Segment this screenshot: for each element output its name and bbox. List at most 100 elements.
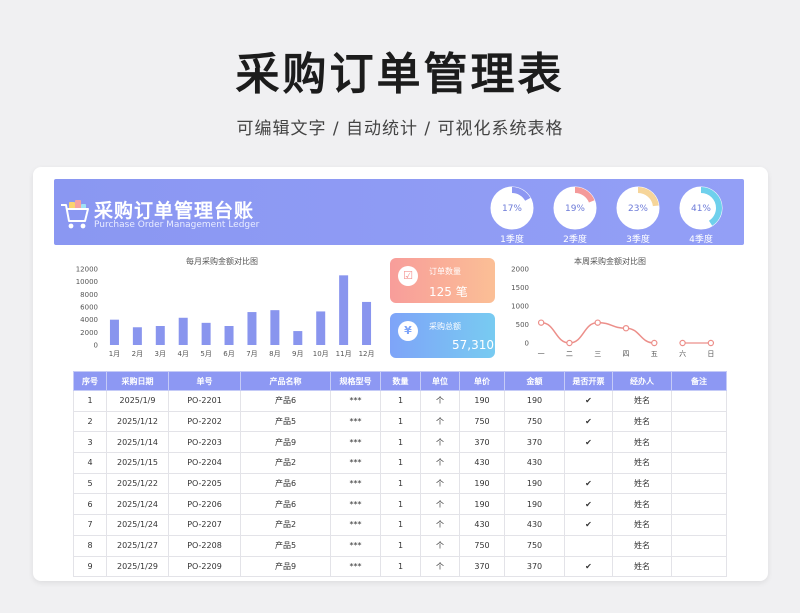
table-cell[interactable]: *** [330, 514, 381, 536]
table-cell[interactable]: *** [330, 472, 381, 495]
table-cell[interactable] [671, 410, 727, 433]
table-cell[interactable]: 190 [459, 472, 505, 495]
table-cell[interactable]: ✔ [564, 555, 613, 578]
table-cell[interactable]: 产品6 [240, 472, 331, 495]
table-cell[interactable]: 个 [420, 431, 460, 454]
table-cell[interactable]: 姓名 [612, 493, 672, 516]
table-cell[interactable] [671, 514, 727, 536]
table-cell[interactable]: 370 [504, 431, 565, 454]
table-cell[interactable]: 430 [459, 452, 505, 474]
table-cell[interactable]: 1 [380, 493, 421, 516]
table-cell[interactable]: 姓名 [612, 514, 672, 536]
table-row[interactable]: 2 2025/1/12 PO-2202 产品5 *** 1 个 750 750 ✔ 姓名 [73, 410, 727, 433]
table-cell[interactable]: ✔ [564, 410, 613, 433]
column-header[interactable]: 规格型号 [330, 371, 381, 391]
table-cell[interactable]: 姓名 [612, 452, 672, 474]
table-cell[interactable]: PO-2209 [168, 555, 241, 578]
table-cell[interactable]: 产品5 [240, 410, 331, 433]
table-cell[interactable]: PO-2206 [168, 493, 241, 516]
table-cell[interactable]: 370 [459, 555, 505, 578]
table-cell[interactable]: 1 [380, 390, 421, 412]
table-cell[interactable]: PO-2202 [168, 410, 241, 433]
table-cell[interactable]: 个 [420, 534, 460, 557]
table-cell[interactable]: 个 [420, 493, 460, 516]
table-cell[interactable]: 430 [459, 514, 505, 536]
table-cell[interactable]: 370 [504, 555, 565, 578]
column-header[interactable]: 金额 [504, 371, 565, 391]
table-cell[interactable]: 2025/1/24 [106, 493, 169, 516]
table-cell[interactable]: 2025/1/24 [106, 514, 169, 536]
table-cell[interactable]: *** [330, 410, 381, 433]
table-cell[interactable]: 750 [459, 410, 505, 433]
table-cell[interactable]: 190 [504, 472, 565, 495]
table-cell[interactable]: *** [330, 534, 381, 557]
table-cell[interactable]: 1 [380, 514, 421, 536]
column-header[interactable]: 产品名称 [240, 371, 331, 391]
column-header[interactable]: 备注 [671, 371, 727, 391]
table-cell[interactable]: ✔ [564, 431, 613, 454]
table-cell[interactable]: PO-2203 [168, 431, 241, 454]
table-cell[interactable]: 4 [73, 452, 107, 474]
table-cell[interactable]: 姓名 [612, 534, 672, 557]
table-row[interactable]: 6 2025/1/24 PO-2206 产品6 *** 1 个 190 190 ✔ 姓名 [73, 493, 727, 516]
table-cell[interactable]: 1 [73, 390, 107, 412]
table-cell[interactable]: 2025/1/15 [106, 452, 169, 474]
table-cell[interactable]: 1 [380, 555, 421, 578]
table-row[interactable]: 5 2025/1/22 PO-2205 产品6 *** 1 个 190 190 ✔ 姓名 [73, 472, 727, 495]
table-cell[interactable]: 产品2 [240, 514, 331, 536]
table-cell[interactable]: 产品9 [240, 431, 331, 454]
table-cell[interactable]: 产品5 [240, 534, 331, 557]
column-header[interactable]: 单位 [420, 371, 460, 391]
table-cell[interactable]: ✔ [564, 493, 613, 516]
table-cell[interactable]: ✔ [564, 472, 613, 495]
table-cell[interactable]: PO-2207 [168, 514, 241, 536]
table-cell[interactable]: 2025/1/12 [106, 410, 169, 433]
table-cell[interactable] [671, 534, 727, 557]
table-cell[interactable] [564, 452, 613, 474]
table-cell[interactable]: *** [330, 431, 381, 454]
table-cell[interactable]: 2 [73, 410, 107, 433]
table-cell[interactable]: 1 [380, 452, 421, 474]
table-cell[interactable]: 个 [420, 555, 460, 578]
table-cell[interactable]: PO-2204 [168, 452, 241, 474]
table-cell[interactable]: 1 [380, 431, 421, 454]
table-cell[interactable]: 产品2 [240, 452, 331, 474]
table-cell[interactable]: 190 [459, 493, 505, 516]
table-cell[interactable] [671, 431, 727, 454]
table-cell[interactable] [671, 555, 727, 578]
table-cell[interactable]: *** [330, 452, 381, 474]
table-cell[interactable]: 个 [420, 472, 460, 495]
table-cell[interactable]: 2025/1/29 [106, 555, 169, 578]
table-cell[interactable] [671, 390, 727, 412]
table-cell[interactable]: 个 [420, 390, 460, 412]
table-cell[interactable]: 2025/1/22 [106, 472, 169, 495]
table-cell[interactable]: 2025/1/27 [106, 534, 169, 557]
table-cell[interactable]: 1 [380, 410, 421, 433]
column-header[interactable]: 序号 [73, 371, 107, 391]
table-cell[interactable]: PO-2208 [168, 534, 241, 557]
table-cell[interactable]: PO-2205 [168, 472, 241, 495]
table-cell[interactable]: 750 [504, 534, 565, 557]
table-row[interactable]: 3 2025/1/14 PO-2203 产品9 *** 1 个 370 370 ✔ 姓名 [73, 431, 727, 454]
table-cell[interactable]: 姓名 [612, 410, 672, 433]
table-cell[interactable]: 姓名 [612, 431, 672, 454]
table-cell[interactable]: 5 [73, 472, 107, 495]
table-cell[interactable]: 7 [73, 514, 107, 536]
table-cell[interactable]: 1 [380, 472, 421, 495]
table-cell[interactable]: 8 [73, 534, 107, 557]
table-cell[interactable]: PO-2201 [168, 390, 241, 412]
table-cell[interactable]: 姓名 [612, 472, 672, 495]
table-cell[interactable]: 190 [504, 493, 565, 516]
table-cell[interactable]: 个 [420, 410, 460, 433]
table-cell[interactable]: 190 [504, 390, 565, 412]
table-row[interactable]: 8 2025/1/27 PO-2208 产品5 *** 1 个 750 750 姓名 [73, 534, 727, 557]
column-header[interactable]: 采购日期 [106, 371, 169, 391]
table-row[interactable]: 1 2025/1/9 PO-2201 产品6 *** 1 个 190 190 ✔ 姓名 [73, 390, 727, 412]
column-header[interactable]: 经办人 [612, 371, 672, 391]
table-row[interactable]: 7 2025/1/24 PO-2207 产品2 *** 1 个 430 430 ✔ 姓名 [73, 514, 727, 536]
table-cell[interactable]: ✔ [564, 514, 613, 536]
table-cell[interactable]: *** [330, 555, 381, 578]
table-cell[interactable]: 190 [459, 390, 505, 412]
table-cell[interactable] [671, 493, 727, 516]
table-cell[interactable] [671, 452, 727, 474]
